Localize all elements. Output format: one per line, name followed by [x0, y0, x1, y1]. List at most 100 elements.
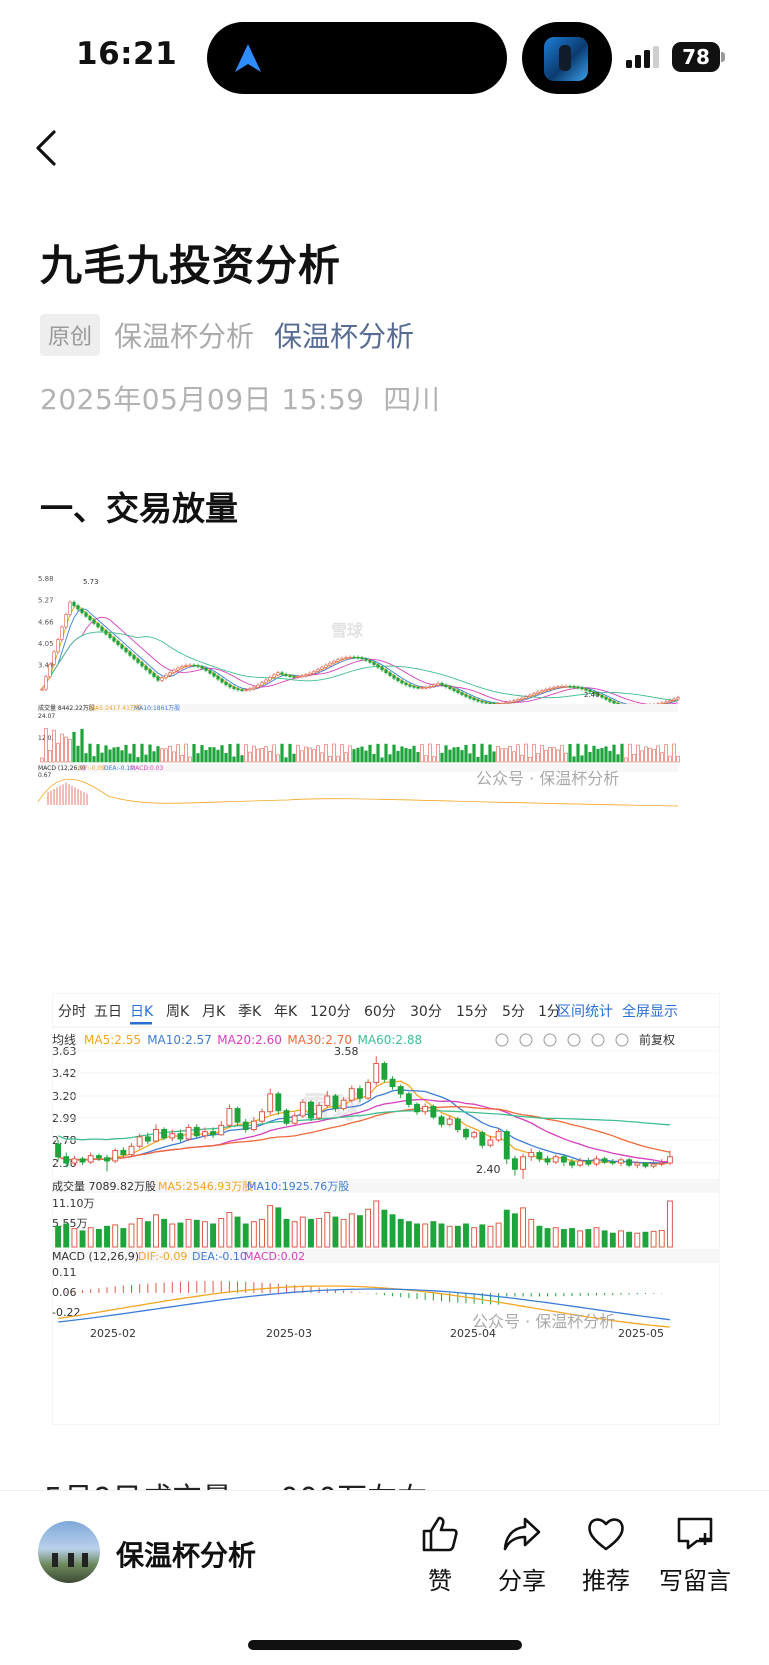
publish-info: 2025年05月09日 15:59 四川 — [40, 378, 440, 418]
candle-body — [438, 1116, 445, 1125]
share-button[interactable]: 分享 — [482, 1515, 562, 1596]
overview-volume-bar — [600, 748, 604, 763]
volume-bar — [414, 1223, 420, 1248]
overview-volume-bar — [320, 752, 324, 763]
overview-volume-bar — [532, 743, 536, 763]
overview-volume-bar — [668, 755, 672, 763]
overview-candle-body — [560, 686, 564, 688]
overview-volume-bar — [288, 743, 292, 763]
overview-volume-bar — [44, 727, 48, 763]
overview-candle-body — [204, 667, 208, 671]
account-avatar[interactable] — [38, 1521, 100, 1583]
battery-icon: 78 — [672, 42, 720, 72]
overview-candle-body — [420, 687, 424, 690]
volume-bar — [259, 1218, 265, 1248]
overview-macd-tick: 0.67 — [38, 772, 52, 779]
overview-volume-bar — [496, 746, 500, 763]
overview-candle-body — [104, 630, 108, 635]
candle-body — [177, 1133, 184, 1140]
kline-chart-daily[interactable]: 分时 五日 日K 周K 月K 季K 年K 120分 60分 30分 15分 5分 1分区间统计 全屏显示均… — [52, 993, 720, 1425]
overview-volume-bar — [220, 745, 224, 763]
volume-bar — [446, 1225, 453, 1248]
overview-volume-bar — [340, 744, 344, 763]
overview-volume-bar — [568, 744, 572, 763]
period-tab-4: 月K — [202, 1004, 226, 1020]
overview-candle-body — [536, 691, 540, 694]
overview-candle-body — [132, 655, 136, 660]
overview-volume-bar — [60, 733, 64, 763]
volume-bar — [95, 1229, 102, 1248]
overview-volume-bar — [500, 748, 504, 763]
author-name: 保温杯分析 — [114, 320, 255, 353]
overview-candle-body — [300, 675, 304, 678]
candle-body — [430, 1105, 437, 1118]
overview-high-label: 5.73 — [83, 578, 99, 586]
overview-price-tick-1: 5.27 — [38, 597, 54, 605]
candle-body — [560, 1156, 567, 1163]
overview-volume-bar — [352, 749, 356, 763]
period-tab-6: 年K — [274, 1004, 298, 1020]
volume-bar — [454, 1225, 461, 1248]
volume-bar — [210, 1223, 217, 1248]
overview-candle-body — [464, 694, 468, 697]
overview-candle-body — [436, 683, 440, 686]
overview-candle-body — [356, 656, 360, 659]
overview-volume-bar — [140, 743, 144, 763]
volume-bar — [234, 1216, 241, 1248]
candle-body — [397, 1086, 404, 1095]
overview-candle-body — [332, 660, 336, 664]
overview-candle-body — [156, 676, 160, 681]
overview-volume-bar — [552, 747, 556, 763]
overview-volume-bar — [616, 754, 620, 763]
overview-candle-body — [664, 701, 668, 704]
period-tab-11: 5分 — [502, 1004, 525, 1020]
overview-volume-bar — [144, 754, 148, 763]
overview-candle-body — [276, 672, 280, 676]
overview-candle-body — [512, 700, 516, 703]
overview-volume-bar — [432, 756, 436, 763]
overview-candle-body — [220, 678, 224, 683]
overview-volume-bar — [428, 743, 432, 763]
overview-volume-bar — [124, 744, 128, 763]
candle-body — [634, 1162, 641, 1166]
overview-volume-bar — [296, 744, 300, 763]
overview-candle-body — [236, 688, 240, 691]
overview-volume-bar — [536, 753, 540, 763]
candle-body — [463, 1129, 469, 1138]
overview-volume-bar — [548, 747, 552, 763]
candle-body — [226, 1108, 233, 1126]
recommend-button[interactable]: 推荐 — [566, 1515, 646, 1596]
candle-body — [259, 1111, 265, 1122]
overview-volume-bar — [244, 744, 248, 763]
candle-body — [299, 1101, 306, 1117]
overview-volume-bar — [192, 743, 196, 763]
overview-volume-bar — [396, 750, 400, 763]
back-chevron-icon[interactable] — [34, 130, 58, 166]
overview-candle-body — [448, 686, 452, 690]
like-button[interactable]: 赞 — [400, 1515, 480, 1596]
overview-candle-body — [572, 686, 576, 688]
candle-body — [63, 1156, 70, 1164]
candle-body — [381, 1063, 388, 1080]
candle-body — [414, 1103, 420, 1113]
overview-candle-body — [136, 658, 140, 663]
overview-volume-bar — [52, 729, 56, 763]
overview-candle-body — [412, 686, 416, 688]
wechat-watermark: 公众号 · 保温杯分析 — [472, 1312, 615, 1331]
overview-volume-bar — [156, 746, 160, 763]
overview-volume-bar — [460, 750, 464, 763]
volume-bar — [487, 1225, 494, 1248]
comment-button[interactable]: 写留言 — [652, 1515, 738, 1596]
overview-volume-bar — [76, 745, 80, 763]
account-name[interactable]: 保温杯分析 — [116, 1534, 256, 1574]
kline-chart-overview[interactable]: 5.885.274.664.053.442.22雪球5.732.40成交量 84… — [38, 570, 724, 855]
date-tick-1: 2025-03 — [266, 1327, 312, 1340]
overview-volume-bar — [452, 747, 456, 763]
status-bar: 16:21 78 — [0, 0, 769, 110]
overview-volume-bar — [312, 749, 316, 763]
account-link[interactable]: 保温杯分析 — [274, 315, 414, 355]
volume-bar — [634, 1232, 641, 1248]
overview-macd-dif: DIF:-0.09 — [78, 765, 105, 772]
overview-wechat-watermark: 公众号 · 保温杯分析 — [476, 769, 619, 788]
overview-candle-body — [304, 674, 308, 677]
